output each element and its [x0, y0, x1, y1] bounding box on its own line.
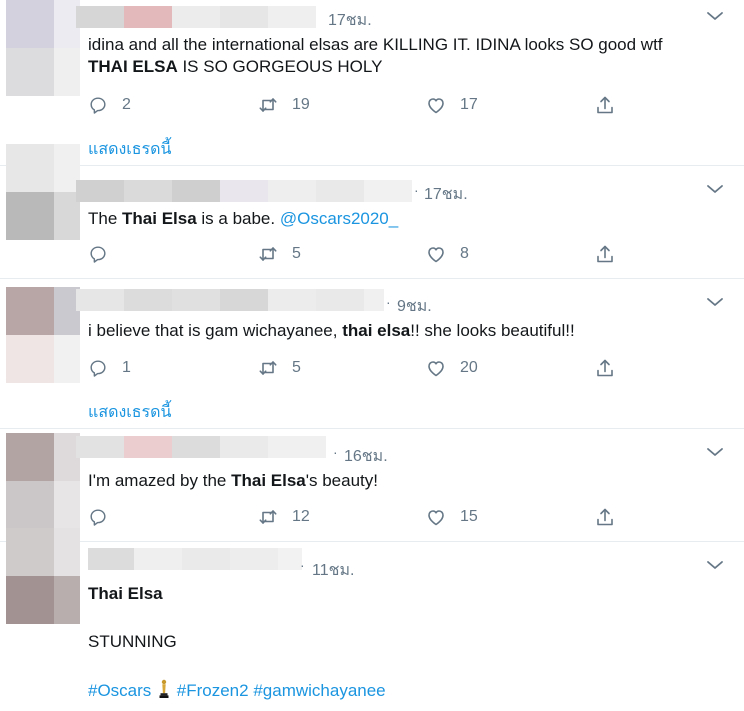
heart-icon	[428, 510, 444, 526]
timestamp[interactable]: 9ชม.	[397, 294, 432, 319]
share-upload-icon	[597, 245, 613, 263]
retweet-count: 5	[292, 359, 301, 376]
reply-button[interactable]	[88, 242, 122, 266]
show-thread-link[interactable]: แสดงเธรดนี้	[88, 137, 171, 162]
display-name-blurred[interactable]	[76, 289, 384, 311]
timestamp[interactable]: 16ชม.	[344, 444, 388, 469]
chevron-down-icon[interactable]	[706, 183, 724, 195]
heart-icon	[428, 98, 444, 114]
hashtag-link[interactable]: #gamwichayanee	[253, 681, 385, 700]
display-name-blurred[interactable]	[76, 180, 412, 202]
tweet-1[interactable]: 17ชม. idina and all the international el…	[0, 0, 744, 166]
retweet-arrows-icon	[259, 247, 277, 261]
reply-count: 1	[122, 359, 131, 376]
retweet-arrows-icon	[259, 510, 277, 524]
heart-icon	[428, 361, 444, 377]
share-button[interactable]	[595, 505, 615, 529]
tweet-text: i believe that is gam wichayanee, thai e…	[88, 321, 575, 340]
display-name-blurred[interactable]	[76, 6, 316, 28]
like-count: 15	[460, 508, 478, 525]
tweet-3[interactable]: · 9ชม. i believe that is gam wichayanee,…	[0, 279, 744, 429]
retweet-arrows-icon	[259, 98, 277, 112]
tweet-text: idina and all the international elsas ar…	[88, 35, 663, 76]
hashtag-link[interactable]: #Frozen2	[177, 681, 249, 700]
tweet-actions: 1 5 20	[88, 356, 628, 380]
name-separator: ·	[414, 182, 419, 198]
retweet-count: 5	[292, 245, 301, 262]
reply-button[interactable]	[88, 505, 122, 529]
timestamp[interactable]: 11ชม.	[312, 558, 354, 583]
avatar[interactable]	[6, 0, 80, 96]
share-upload-icon	[597, 359, 613, 377]
reply-count: 2	[122, 96, 131, 113]
retweet-count: 19	[292, 96, 310, 113]
chevron-down-icon[interactable]	[706, 10, 724, 22]
hashtag-row: #Oscars #Frozen2 #gamwichayanee	[88, 679, 386, 701]
tweet-5[interactable]: · 11ชม. Thai Elsa STUNNING #Oscars #Froz…	[0, 528, 744, 711]
tweet-4[interactable]: · 16ชม. I'm amazed by the Thai Elsa's be…	[0, 429, 744, 542]
like-button[interactable]: 15	[426, 505, 478, 529]
like-button[interactable]: 20	[426, 356, 478, 380]
like-count: 17	[460, 96, 478, 113]
timestamp[interactable]: 17ชม.	[424, 182, 468, 207]
speech-bubble-icon	[90, 97, 106, 114]
share-button[interactable]	[595, 356, 615, 380]
display-name-blurred[interactable]	[76, 436, 326, 458]
share-button[interactable]	[595, 93, 615, 117]
tweet-text: The Thai Elsa is a babe. @Oscars2020_	[88, 209, 399, 228]
tweet-actions: 2 19 17	[88, 93, 628, 117]
share-button[interactable]	[595, 242, 615, 266]
speech-bubble-icon	[90, 509, 106, 526]
chevron-down-icon[interactable]	[706, 559, 724, 571]
avatar[interactable]	[6, 287, 80, 383]
heart-icon	[428, 247, 444, 263]
hashtag-link[interactable]: #Oscars	[88, 681, 151, 700]
retweet-button[interactable]: 19	[258, 93, 310, 117]
reply-button[interactable]: 1	[88, 356, 131, 380]
like-button[interactable]: 17	[426, 93, 478, 117]
reply-button[interactable]: 2	[88, 93, 131, 117]
oscar-trophy-icon	[159, 679, 169, 698]
name-separator: ·	[386, 294, 391, 310]
share-upload-icon	[597, 96, 613, 114]
tweet-actions: 12 15	[88, 505, 628, 529]
name-separator: ·	[333, 444, 338, 460]
retweet-button[interactable]: 5	[258, 242, 301, 266]
tweet-2[interactable]: · 17ชม. The Thai Elsa is a babe. @Oscars…	[0, 144, 744, 279]
avatar[interactable]	[6, 528, 80, 624]
chevron-down-icon[interactable]	[706, 446, 724, 458]
chevron-down-icon[interactable]	[706, 296, 724, 308]
tweet-actions: 5 8	[88, 242, 628, 266]
avatar[interactable]	[6, 433, 80, 529]
like-button[interactable]: 8	[426, 242, 469, 266]
avatar[interactable]	[6, 144, 80, 240]
share-upload-icon	[597, 508, 613, 526]
tweet-text: I'm amazed by the Thai Elsa's beauty!	[88, 471, 378, 490]
tweet-title: Thai Elsa	[88, 584, 163, 603]
retweet-arrows-icon	[259, 361, 277, 375]
display-name-blurred[interactable]	[88, 548, 302, 570]
timestamp[interactable]: 17ชม.	[328, 8, 372, 33]
speech-bubble-icon	[90, 246, 106, 263]
tweet-body: STUNNING	[88, 632, 177, 651]
retweet-button[interactable]: 5	[258, 356, 301, 380]
name-separator: ·	[300, 557, 305, 573]
like-count: 20	[460, 359, 478, 376]
like-count: 8	[460, 245, 469, 262]
retweet-count: 12	[292, 508, 310, 525]
speech-bubble-icon	[90, 360, 106, 377]
mention-link[interactable]: @Oscars2020_	[280, 209, 398, 228]
retweet-button[interactable]: 12	[258, 505, 310, 529]
show-thread-link[interactable]: แสดงเธรดนี้	[88, 400, 171, 425]
